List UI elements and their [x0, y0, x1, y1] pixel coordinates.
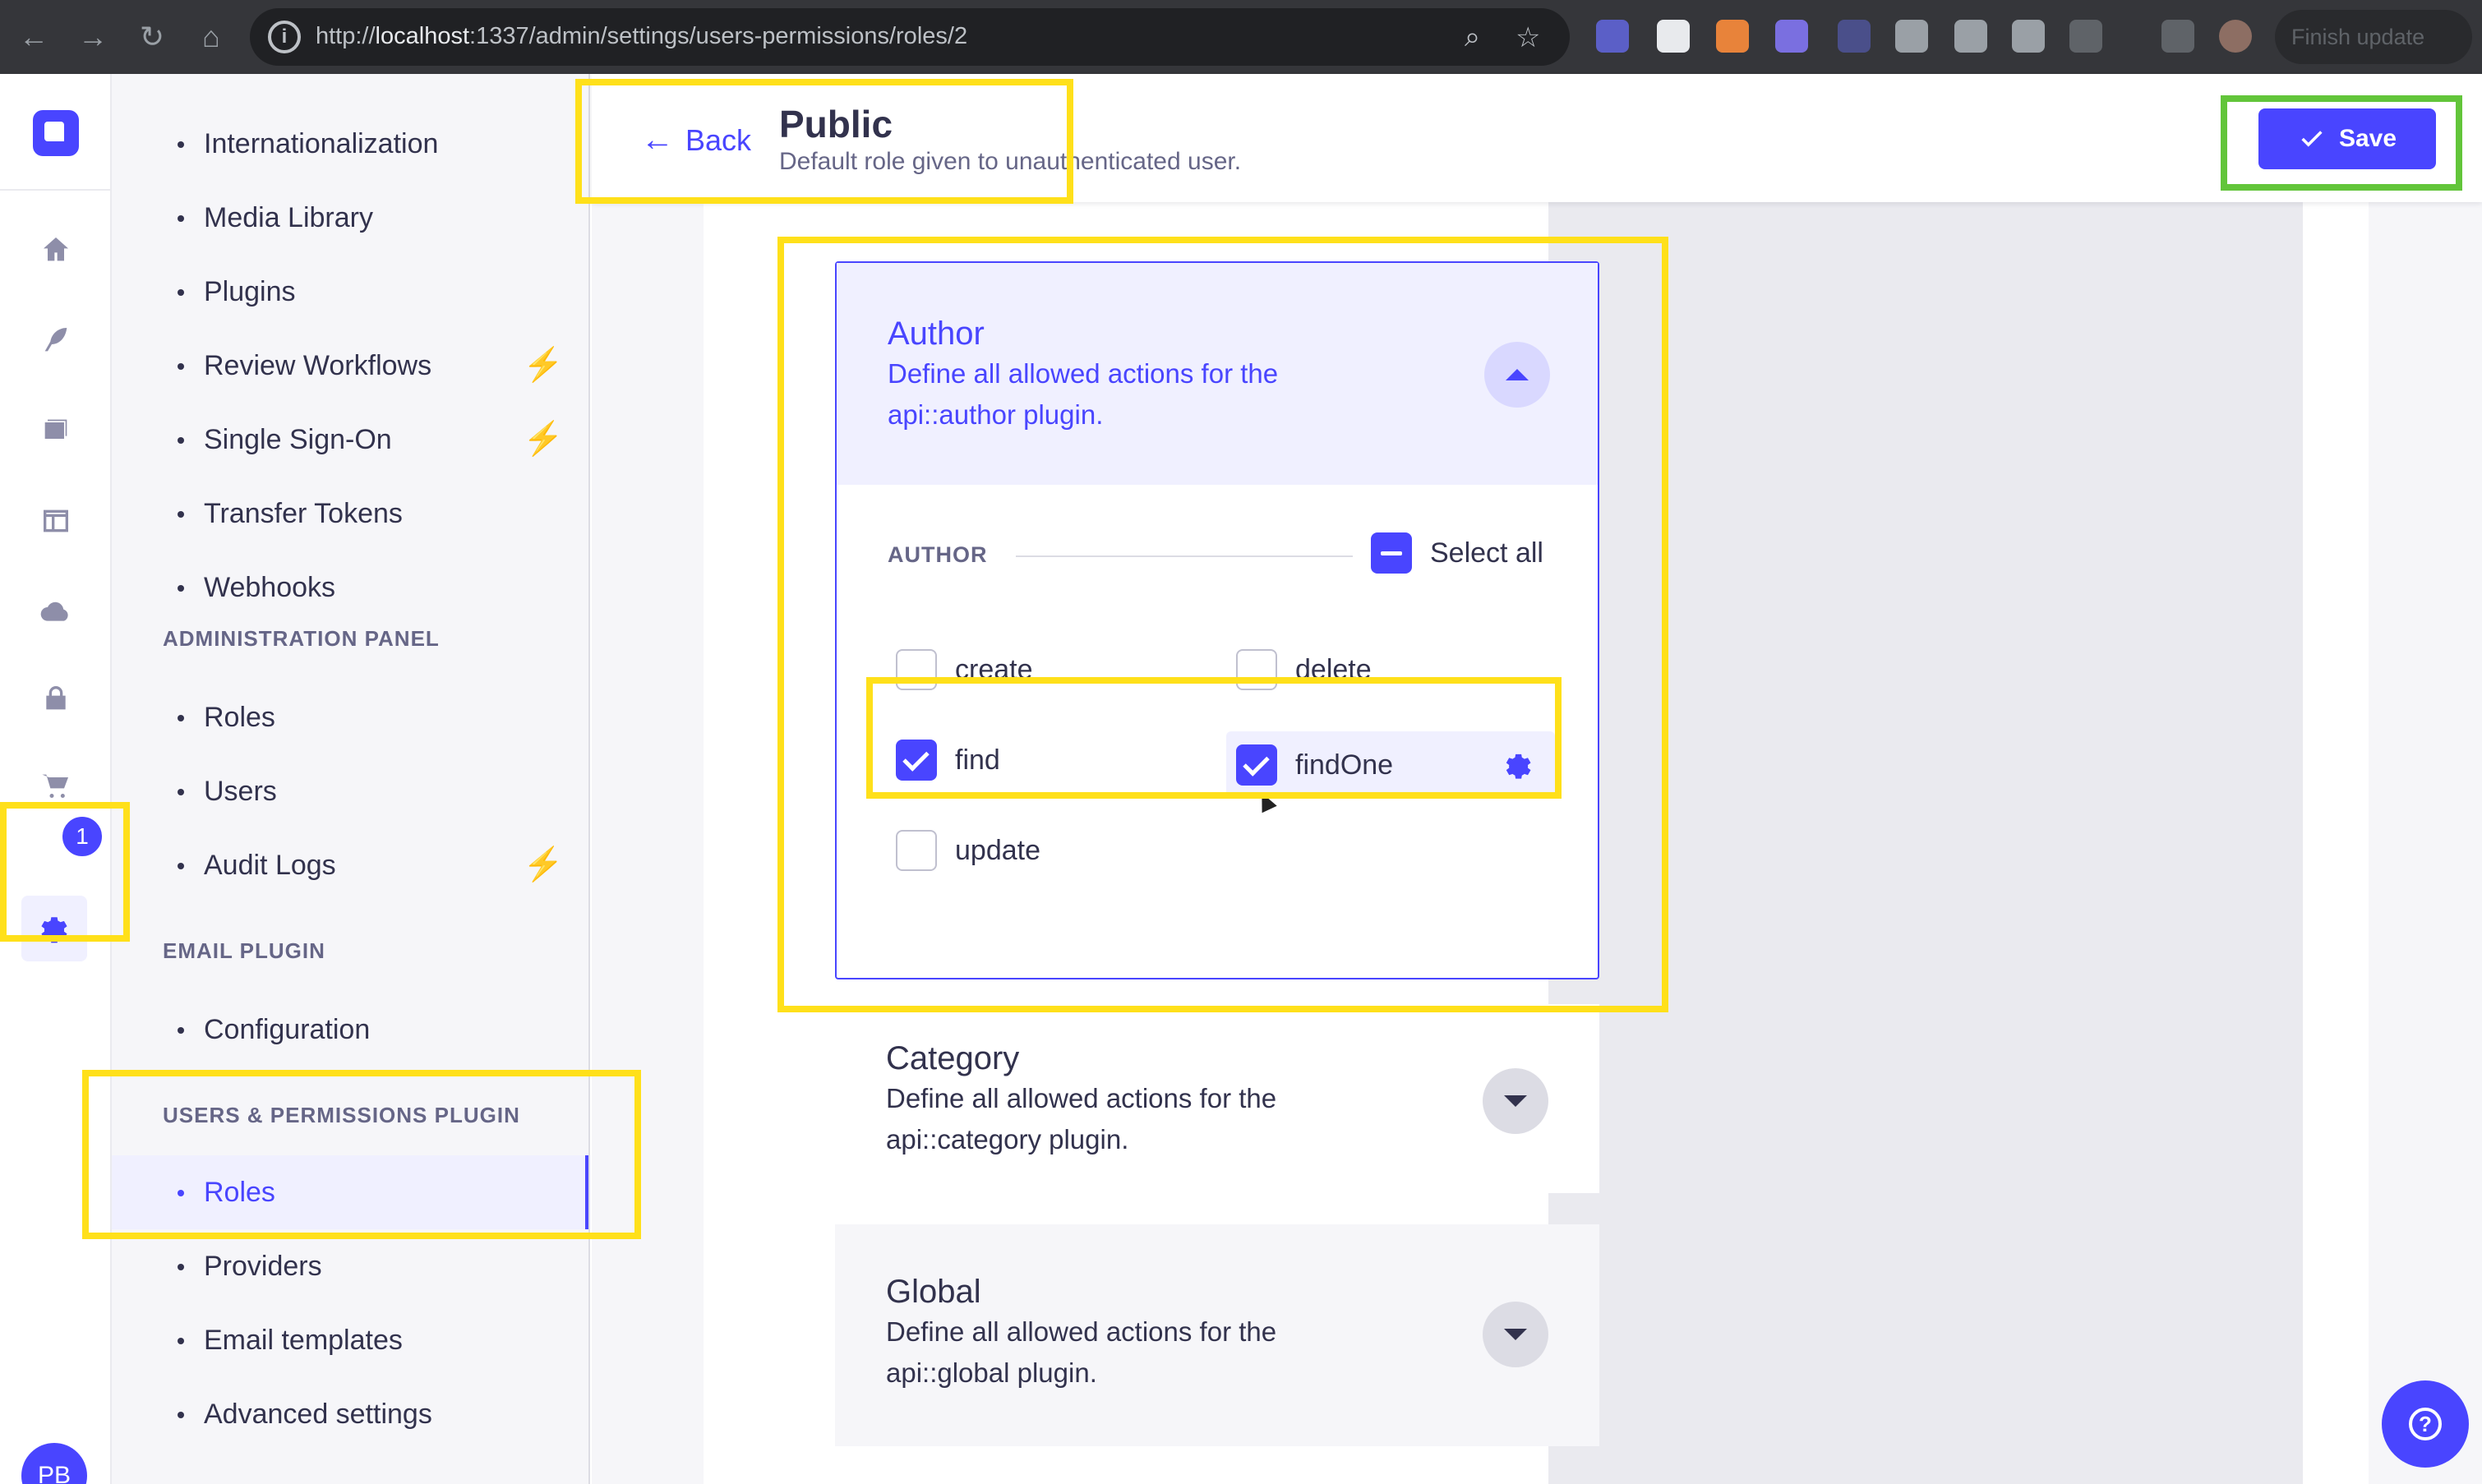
lock-icon[interactable] — [33, 675, 79, 721]
extension-icon[interactable] — [1895, 20, 1928, 53]
sidebar-item-email-configuration[interactable]: Configuration — [112, 993, 588, 1067]
bullet — [178, 1338, 184, 1344]
finish-update-button[interactable]: Finish update — [2275, 10, 2472, 64]
accordion-global[interactable]: Global Define all allowed actions for th… — [835, 1224, 1599, 1446]
sidebar-item-label: Webhooks — [204, 572, 336, 603]
sidebar-item-single-sign-on[interactable]: Single Sign-On ⚡ — [112, 403, 588, 477]
sidebar-item-label: Providers — [204, 1251, 322, 1282]
puzzle-extensions-icon[interactable] — [2069, 20, 2102, 53]
extension-icon[interactable] — [1596, 20, 1629, 53]
lightning-bolt-icon: ⚡ — [523, 347, 564, 383]
reading-list-icon[interactable] — [2161, 20, 2194, 53]
lightning-bolt-icon: ⚡ — [523, 421, 564, 457]
lightning-bolt-icon: ⚡ — [523, 846, 564, 883]
sidebar-item-plugins[interactable]: Plugins — [112, 255, 588, 329]
media-library-icon[interactable] — [33, 408, 79, 454]
accordion-title: Global — [886, 1274, 981, 1310]
sidebar-item-audit-logs[interactable]: Audit Logs ⚡ — [112, 828, 588, 902]
browser-toolbar: ← → ↻ ⌂ i http://localhost:1337/admin/se… — [0, 0, 2482, 74]
bullet — [178, 511, 184, 518]
cloud-icon[interactable] — [33, 588, 79, 634]
forward-arrow-icon[interactable]: → — [71, 15, 115, 59]
accordion-description: Define all allowed actions for the api::… — [886, 1316, 1277, 1388]
sidebar-item-label: Roles — [204, 702, 275, 733]
sidebar-item-label: Users — [204, 776, 277, 807]
bullet — [178, 585, 184, 592]
sidebar-item-label: Plugins — [204, 276, 296, 307]
section-email-plugin: EMAIL PLUGIN — [163, 938, 325, 963]
profile-avatar-icon[interactable] — [2219, 20, 2252, 53]
notion-extension-icon[interactable] — [1657, 20, 1690, 53]
highlight-settings-box — [0, 802, 130, 942]
section-administration-panel: ADMINISTRATION PANEL — [163, 626, 440, 651]
home-nav-icon[interactable] — [33, 227, 79, 273]
sidebar-item-label: Advanced settings — [204, 1399, 432, 1430]
extension-icon[interactable] — [1716, 20, 1749, 53]
sidebar-item-email-templates[interactable]: Email templates — [112, 1303, 588, 1377]
extension-icon[interactable] — [1775, 20, 1808, 53]
bullet — [178, 863, 184, 869]
sidebar-item-admin-roles[interactable]: Roles — [112, 680, 588, 754]
settings-sidebar: Internationalization Media Library Plugi… — [112, 74, 590, 1484]
layout-builder-icon[interactable] — [33, 498, 79, 544]
highlight-save-box — [2221, 95, 2462, 191]
highlight-author-accordion-box — [777, 237, 1668, 1012]
sidebar-item-label: Transfer Tokens — [204, 498, 403, 529]
sidebar-item-label: Email templates — [204, 1325, 403, 1356]
bookmark-star-icon[interactable]: ☆ — [1515, 21, 1540, 54]
sidebar-item-advanced-settings[interactable]: Advanced settings — [112, 1377, 588, 1451]
bullet — [178, 215, 184, 222]
highlight-find-permissions-box — [866, 677, 1562, 799]
content-manager-feather-icon[interactable] — [33, 317, 79, 363]
extension-icon[interactable] — [2012, 20, 2045, 53]
rail-divider — [0, 189, 112, 191]
bullet — [178, 1027, 184, 1034]
bullet — [178, 289, 184, 296]
home-icon[interactable]: ⌂ — [189, 15, 233, 59]
reload-icon[interactable]: ↻ — [130, 15, 174, 59]
accordion-category[interactable]: Category Define all allowed actions for … — [835, 1004, 1599, 1193]
bullet — [178, 1412, 184, 1418]
address-bar[interactable]: i http://localhost:1337/admin/settings/u… — [250, 8, 1570, 66]
sidebar-item-review-workflows[interactable]: Review Workflows ⚡ — [112, 329, 588, 403]
sidebar-item-label: Single Sign-On — [204, 424, 392, 455]
bullet — [178, 437, 184, 444]
sidebar-item-users[interactable]: Users — [112, 754, 588, 828]
bullet — [178, 715, 184, 721]
sidebar-item-webhooks[interactable]: Webhooks — [112, 551, 588, 624]
main-nav-rail: PB — [0, 74, 112, 1484]
extension-icon[interactable] — [1838, 20, 1871, 53]
chevron-down-icon — [1504, 1095, 1527, 1107]
question-icon: ? — [2409, 1408, 2442, 1440]
user-avatar[interactable]: PB — [21, 1443, 87, 1484]
expand-toggle[interactable] — [1483, 1302, 1548, 1367]
bullet — [178, 1264, 184, 1270]
sidebar-item-label: Audit Logs — [204, 850, 336, 881]
accordion-description: Define all allowed actions for the api::… — [886, 1083, 1277, 1154]
chevron-down-icon — [1504, 1329, 1527, 1340]
extension-icon[interactable] — [1954, 20, 1987, 53]
url-text: http://localhost:1337/admin/settings/use… — [316, 23, 968, 49]
back-arrow-icon[interactable]: ← — [12, 15, 56, 59]
sidebar-item-media-library[interactable]: Media Library — [112, 181, 588, 255]
sidebar-item-label: Configuration — [204, 1014, 371, 1045]
highlight-up-roles-box — [82, 1070, 641, 1239]
bullet — [178, 789, 184, 795]
sidebar-item-internationalization[interactable]: Internationalization — [112, 107, 588, 181]
sidebar-item-label: Review Workflows — [204, 350, 432, 381]
bullet — [178, 141, 184, 148]
accordion-title: Category — [886, 1040, 1020, 1076]
site-info-icon[interactable]: i — [268, 21, 301, 53]
sidebar-item-providers[interactable]: Providers — [112, 1229, 588, 1303]
sidebar-item-transfer-tokens[interactable]: Transfer Tokens — [112, 477, 588, 551]
sidebar-item-label: Media Library — [204, 202, 373, 233]
bullet — [178, 363, 184, 370]
sidebar-item-label: Internationalization — [204, 128, 439, 159]
strapi-logo-icon[interactable] — [33, 110, 79, 156]
zoom-icon[interactable]: ⌕ — [1465, 21, 1480, 53]
panel-gutter — [2303, 202, 2369, 1484]
highlight-header-box — [575, 79, 1073, 204]
help-button[interactable]: ? — [2382, 1380, 2469, 1468]
expand-toggle[interactable] — [1483, 1068, 1548, 1134]
